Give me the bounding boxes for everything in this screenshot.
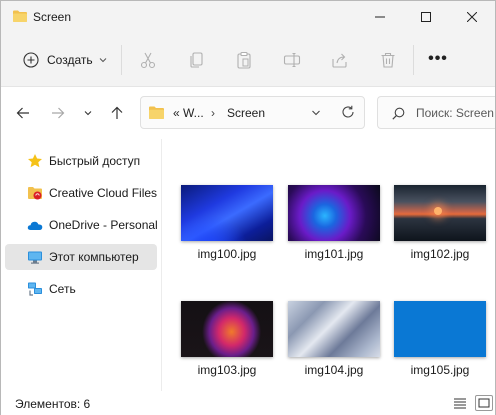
sidebar-item-network[interactable]: Сеть (5, 276, 157, 302)
item-count: Элементов: 6 (15, 397, 91, 411)
minimize-button[interactable] (357, 1, 403, 33)
chevron-down-icon (99, 58, 106, 63)
file-name: img103.jpg (197, 363, 257, 377)
folder-icon (13, 10, 27, 22)
toolbar-divider (121, 45, 122, 75)
image-thumbnail (394, 185, 486, 241)
rename-icon (283, 52, 301, 68)
forward-button[interactable] (48, 103, 68, 123)
share-button[interactable] (330, 50, 350, 70)
search-placeholder: Поиск: Screen (416, 106, 494, 120)
creative-cloud-icon (28, 187, 42, 200)
computer-icon (28, 251, 42, 264)
arrow-right-icon (52, 107, 65, 119)
toolbar-divider (413, 45, 414, 75)
breadcrumb-parent[interactable]: « W... (173, 106, 204, 120)
sidebar-item-label: Creative Cloud Files (49, 186, 158, 200)
file-tile[interactable]: img101.jpg (288, 185, 388, 281)
navigation-pane: Быстрый доступ Creative Cloud Files OneD… (1, 139, 161, 391)
arrow-left-icon (16, 107, 29, 119)
more-options-button[interactable]: ••• (427, 50, 449, 70)
arrow-up-icon (111, 106, 123, 119)
star-icon (28, 154, 42, 168)
command-bar: Создать ••• (1, 33, 495, 87)
close-button[interactable] (449, 1, 495, 33)
sidebar-item-quick-access[interactable]: Быстрый доступ (5, 148, 157, 174)
image-thumbnail (288, 301, 380, 357)
sidebar-item-label: OneDrive - Personal (49, 218, 158, 232)
rename-button[interactable] (282, 50, 302, 70)
chevron-down-icon (84, 111, 92, 116)
image-thumbnail (288, 185, 380, 241)
file-tile[interactable]: img102.jpg (394, 185, 494, 281)
file-name: img105.jpg (410, 363, 470, 377)
large-icons-view-icon (478, 398, 490, 408)
sun-shape (434, 207, 442, 215)
copy-icon (190, 52, 203, 68)
delete-button[interactable] (378, 50, 398, 70)
image-thumbnail (181, 185, 273, 241)
window-title: Screen (33, 10, 72, 24)
copy-button[interactable] (186, 50, 206, 70)
details-view-button[interactable] (451, 395, 469, 411)
maximize-icon (421, 12, 431, 22)
breadcrumb-separator: › (211, 106, 215, 120)
plus-circle-icon (23, 52, 39, 68)
image-thumbnail (181, 301, 273, 357)
file-tile[interactable]: img104.jpg (288, 301, 388, 397)
paste-button[interactable] (234, 50, 254, 70)
sidebar-item-label: Сеть (49, 282, 76, 296)
pane-divider[interactable] (161, 139, 162, 391)
file-tile[interactable]: img105.jpg (394, 301, 494, 397)
status-bar: Элементов: 6 (1, 391, 495, 415)
breadcrumb-current[interactable]: Screen (227, 106, 265, 120)
sidebar-item-this-pc[interactable]: Этот компьютер (5, 244, 157, 270)
cut-button[interactable] (138, 50, 158, 70)
delete-icon (381, 52, 395, 68)
chevron-down-icon[interactable] (311, 108, 321, 118)
search-icon (392, 107, 405, 120)
sidebar-item-label: Этот компьютер (49, 250, 139, 264)
create-button[interactable]: Создать (15, 46, 111, 74)
file-name: img104.jpg (304, 363, 364, 377)
title-bar[interactable]: Screen (1, 1, 495, 33)
file-tile[interactable]: img103.jpg (181, 301, 281, 397)
refresh-icon[interactable] (341, 105, 355, 119)
scissors-icon (140, 52, 156, 69)
share-icon (332, 53, 347, 68)
back-button[interactable] (13, 103, 33, 123)
sidebar-item-label: Быстрый доступ (49, 154, 141, 168)
folder-icon (149, 106, 164, 119)
onedrive-cloud-icon (27, 221, 43, 230)
sidebar-item-creative-cloud[interactable]: Creative Cloud Files (5, 180, 157, 206)
file-explorer-window: Screen Создать ••• « W... › Screen Поиск… (0, 0, 496, 415)
address-bar[interactable]: « W... › Screen (140, 96, 365, 129)
minimize-icon (375, 16, 385, 18)
recent-locations-button[interactable] (78, 103, 98, 123)
paste-icon (237, 51, 251, 69)
details-view-icon (454, 398, 466, 409)
file-tile[interactable]: img100.jpg (181, 185, 281, 281)
large-icons-view-button[interactable] (475, 395, 493, 411)
search-box[interactable]: Поиск: Screen (377, 96, 495, 129)
up-button[interactable] (107, 103, 127, 123)
sidebar-item-onedrive[interactable]: OneDrive - Personal (5, 212, 158, 238)
file-name: img101.jpg (304, 247, 364, 261)
network-icon (28, 282, 42, 296)
file-name: img102.jpg (410, 247, 470, 261)
file-name: img100.jpg (197, 247, 257, 261)
image-thumbnail (394, 301, 486, 357)
maximize-button[interactable] (403, 1, 449, 33)
create-label: Создать (47, 53, 93, 67)
close-icon (467, 12, 477, 22)
